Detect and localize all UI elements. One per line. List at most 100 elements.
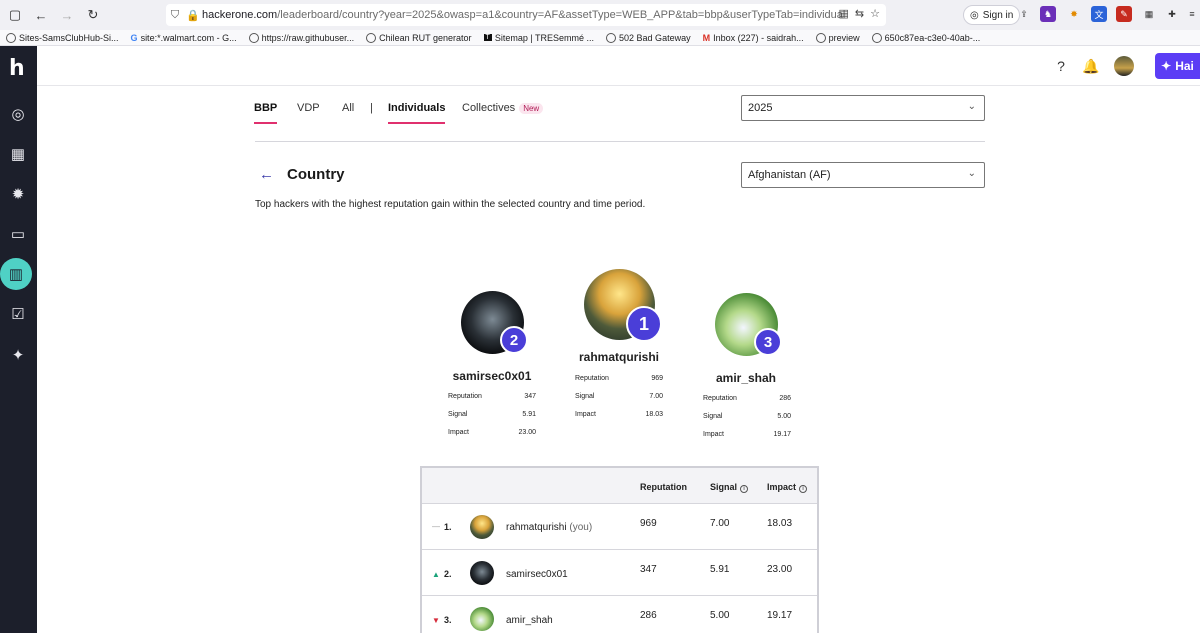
rank-badge-3: 3 [754, 328, 782, 356]
forward-icon[interactable]: → [56, 4, 78, 26]
target-icon[interactable]: ◎ [6, 102, 30, 126]
sparkle-icon[interactable]: ✦ [6, 343, 30, 367]
bookmark-item[interactable]: preview [815, 32, 860, 43]
table-row[interactable]: — 1. rahmatqurishi (you) 969 7.00 18.03 [422, 504, 817, 550]
row-avatar[interactable] [470, 515, 494, 539]
stat-label: Signal [703, 413, 723, 420]
country-select[interactable]: Afghanistan (AF) ⌄ [741, 162, 985, 188]
podium-name-1[interactable]: rahmatqurishi [559, 350, 679, 364]
gmail-icon: M [702, 32, 711, 43]
stat-label: Signal [448, 411, 468, 418]
page-title: Country [287, 166, 345, 183]
cell-impact: 18.03 [767, 518, 793, 529]
dashboard-icon[interactable]: ▦ [6, 142, 30, 166]
cell-reputation: 347 [640, 564, 657, 575]
reload-icon[interactable]: ↻ [82, 4, 104, 26]
hai-button[interactable]: ✦ Hai [1155, 53, 1200, 79]
bookmark-item[interactable]: T Sitemap | TRESemmé ... [483, 33, 594, 43]
table-row[interactable]: ▲ 2. samirsec0x01 347 5.91 23.00 [422, 550, 817, 596]
row-avatar[interactable] [470, 561, 494, 585]
header-signal[interactable]: Signal i [710, 482, 749, 493]
google-icon: G [130, 32, 138, 43]
extension-purple-icon[interactable]: ♞ [1040, 6, 1056, 22]
page-description: Top hackers with the highest reputation … [255, 199, 646, 210]
reader-icon[interactable]: ▤ [839, 7, 849, 20]
bookmark-item[interactable]: https://raw.githubuser... [248, 32, 354, 43]
row-username[interactable]: amir_shah [506, 615, 553, 626]
row-rank: 1. [444, 522, 452, 532]
signin-label: Sign in [982, 9, 1014, 21]
menu-icon[interactable]: ≡ [1184, 6, 1200, 22]
stat-value: 5.00 [777, 413, 791, 420]
extensions-icon[interactable]: ✚ [1164, 6, 1180, 22]
bookmark-star-icon[interactable]: ☆ [870, 7, 880, 20]
app-sidebar [0, 46, 37, 633]
share-icon[interactable]: ⇪ [1016, 6, 1032, 22]
leaderboard-icon[interactable]: ▥ [0, 258, 32, 290]
globe-icon [6, 32, 16, 43]
hackerone-logo[interactable]: h [9, 56, 25, 81]
shield-icon[interactable]: ⛉ [166, 9, 184, 22]
extension-translate-icon[interactable]: 文 [1091, 6, 1107, 22]
globe-icon [871, 32, 882, 43]
bookmark-item[interactable]: M Inbox (227) - saidrah... [703, 33, 804, 43]
tab-vdp[interactable]: VDP [297, 102, 320, 114]
globe-icon [248, 32, 259, 43]
header-impact-label: Impact [767, 482, 797, 492]
cell-signal: 5.00 [710, 610, 730, 621]
signin-button[interactable]: ◎ Sign in [963, 5, 1021, 25]
info-icon[interactable]: i [740, 485, 749, 493]
app-topbar [37, 46, 1200, 86]
cell-reputation: 286 [640, 610, 657, 621]
row-avatar[interactable] [470, 607, 494, 631]
header-impact[interactable]: Impact i [767, 482, 808, 493]
bookmark-item[interactable]: 650c87ea-c3e0-40ab-... [871, 32, 980, 43]
tab-collectives[interactable]: Collectives New [462, 102, 544, 114]
stat-label: Impact [448, 429, 470, 436]
bell-icon[interactable]: 🔔 [1081, 56, 1101, 76]
calendar-check-icon[interactable]: ☑ [6, 302, 30, 326]
cell-signal: 5.91 [710, 564, 730, 575]
country-select-value: Afghanistan (AF) [748, 169, 831, 181]
extension-red-icon[interactable]: ✎ [1116, 6, 1132, 22]
podium-name-3[interactable]: amir_shah [686, 371, 806, 385]
stat-value: 969 [651, 375, 663, 382]
help-icon[interactable]: ? [1051, 56, 1071, 76]
tab-individuals[interactable]: Individuals [388, 102, 446, 124]
back-arrow-icon[interactable]: ← [259, 166, 274, 183]
year-select[interactable]: 2025 ⌄ [741, 95, 985, 121]
podium-name-2[interactable]: samirsec0x01 [432, 369, 552, 383]
bookmark-item[interactable]: Chilean RUT generator [366, 32, 472, 43]
table-row[interactable]: ▼ 3. amir_shah 286 5.00 19.17 [422, 596, 817, 642]
address-bar[interactable]: ⛉ 🔒 hackerone.com/leaderboard/country?ye… [166, 4, 886, 26]
info-icon[interactable]: i [799, 485, 808, 493]
stat-value: 19.17 [773, 431, 791, 438]
bookmark-item[interactable]: Sites-SamsClubHub-Si... [6, 32, 119, 43]
extension-storage-icon[interactable]: ▦ [1141, 6, 1157, 22]
cell-impact: 23.00 [767, 564, 793, 575]
stat-value: 7.00 [649, 393, 663, 400]
extension-badge-icon[interactable]: ✸ [1066, 6, 1082, 22]
rank-badge-2: 2 [500, 326, 528, 354]
table-header: Reputation Signal i Impact i [422, 468, 817, 504]
sidebar-toggle-icon[interactable]: ▢ [4, 4, 26, 26]
globe-icon [606, 32, 617, 43]
back-icon[interactable]: ← [30, 4, 52, 26]
divider [255, 141, 985, 142]
bookmark-item[interactable]: 502 Bad Gateway [606, 32, 691, 43]
header-reputation[interactable]: Reputation [640, 482, 687, 492]
stat-label: Signal [575, 393, 595, 400]
translate-icon[interactable]: ⇆ [855, 7, 864, 20]
stat-value: 18.03 [645, 411, 663, 418]
row-username[interactable]: rahmatqurishi (you) [506, 522, 592, 533]
row-username[interactable]: samirsec0x01 [506, 569, 568, 580]
tab-all[interactable]: All [342, 102, 354, 114]
user-avatar[interactable] [1114, 56, 1134, 76]
stat-value: 286 [779, 395, 791, 402]
stat-label: Impact [575, 411, 597, 418]
analytics-icon[interactable]: ▭ [6, 222, 30, 246]
cell-reputation: 969 [640, 518, 657, 529]
bookmark-item[interactable]: Gsite:*.walmart.com - G... [131, 33, 237, 43]
bug-icon[interactable]: ✹ [6, 182, 30, 206]
tab-bbp[interactable]: BBP [254, 102, 278, 124]
